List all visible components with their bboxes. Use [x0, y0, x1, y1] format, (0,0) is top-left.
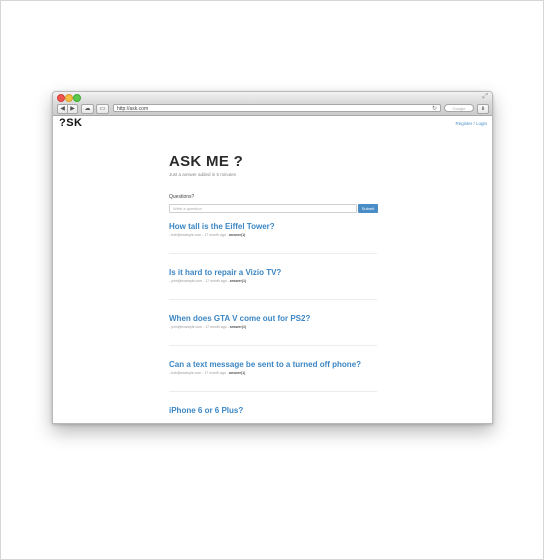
reload-icon[interactable]: ↻: [432, 105, 437, 113]
browser-search-field[interactable]: Google: [444, 104, 474, 112]
question-item: Is it hard to repair a Vizio TV? - john@…: [169, 268, 377, 283]
fullscreen-icon[interactable]: ⤢: [482, 93, 488, 101]
question-title-link[interactable]: Is it hard to repair a Vizio TV?: [169, 268, 377, 277]
address-bar[interactable]: http://ask.com ↻: [113, 104, 441, 112]
divider: [169, 299, 377, 300]
answer-count-link[interactable]: answer(1): [229, 371, 245, 375]
close-window-button[interactable]: [57, 94, 65, 102]
search-placeholder: Google: [452, 106, 466, 111]
cloud-tabs-icon[interactable]: ☁: [81, 104, 94, 114]
question-author-date: - john@example.com - 17 month ago -: [169, 325, 229, 329]
url-text: http://ask.com: [117, 106, 149, 112]
register-login-link[interactable]: Register / Login: [455, 121, 487, 126]
question-item: Can a text message be sent to a turned o…: [169, 360, 377, 375]
question-input-placeholder: Write a question: [173, 206, 202, 211]
downloads-icon[interactable]: ⬇: [477, 104, 489, 114]
answer-count-link[interactable]: answer(1): [230, 325, 246, 329]
answer-count-link[interactable]: answer(1): [229, 233, 245, 237]
divider: [169, 253, 377, 254]
question-title-link[interactable]: When does GTA V come out for PS2?: [169, 314, 377, 323]
question-meta: - john@example.com - 17 month ago - answ…: [169, 325, 377, 329]
title-bar: ⤢: [53, 92, 492, 102]
question-item: How tall is the Eiffel Tower? - bob@exam…: [169, 222, 377, 237]
page-title: ASK ME ?: [169, 153, 244, 170]
question-meta: - john@example.com - 17 month ago - answ…: [169, 279, 377, 283]
site-logo[interactable]: ?SK: [59, 117, 83, 129]
browser-toolbar: ◀ ▶ ☁ ▭ http://ask.com ↻ Google ⬇: [53, 102, 492, 116]
question-title-link[interactable]: Can a text message be sent to a turned o…: [169, 360, 377, 369]
question-meta: - bob@example.com - 17 month ago - answe…: [169, 233, 377, 237]
forward-button[interactable]: ▶: [67, 104, 78, 114]
reader-icon[interactable]: ▭: [96, 104, 109, 114]
browser-window: ⤢ ◀ ▶ ☁ ▭ http://ask.com ↻ Google ⬇ ?SK …: [52, 91, 493, 424]
question-title-link[interactable]: iPhone 6 or 6 Plus?: [169, 406, 377, 415]
question-meta: - bob@example.com - 17 month ago - answe…: [169, 371, 377, 375]
question-author-date: - bob@example.com - 17 month ago -: [169, 371, 228, 375]
divider: [169, 345, 377, 346]
question-item: iPhone 6 or 6 Plus?: [169, 406, 377, 415]
web-page: ?SK Register / Login ASK ME ? Just a ans…: [53, 116, 492, 423]
question-author-date: - bob@example.com - 17 month ago -: [169, 233, 228, 237]
question-label: Questions?: [169, 194, 195, 200]
divider: [169, 391, 377, 392]
submit-button[interactable]: Submit: [358, 204, 378, 213]
zoom-window-button[interactable]: [73, 94, 81, 102]
answer-count-link[interactable]: answer(1): [230, 279, 246, 283]
minimize-window-button[interactable]: [65, 94, 73, 102]
question-title-link[interactable]: How tall is the Eiffel Tower?: [169, 222, 377, 231]
question-item: When does GTA V come out for PS2? - john…: [169, 314, 377, 329]
question-author-date: - john@example.com - 17 month ago -: [169, 279, 229, 283]
page-subtitle: Just a answer added in 5 minutes: [169, 172, 237, 177]
question-input[interactable]: Write a question: [169, 204, 357, 213]
